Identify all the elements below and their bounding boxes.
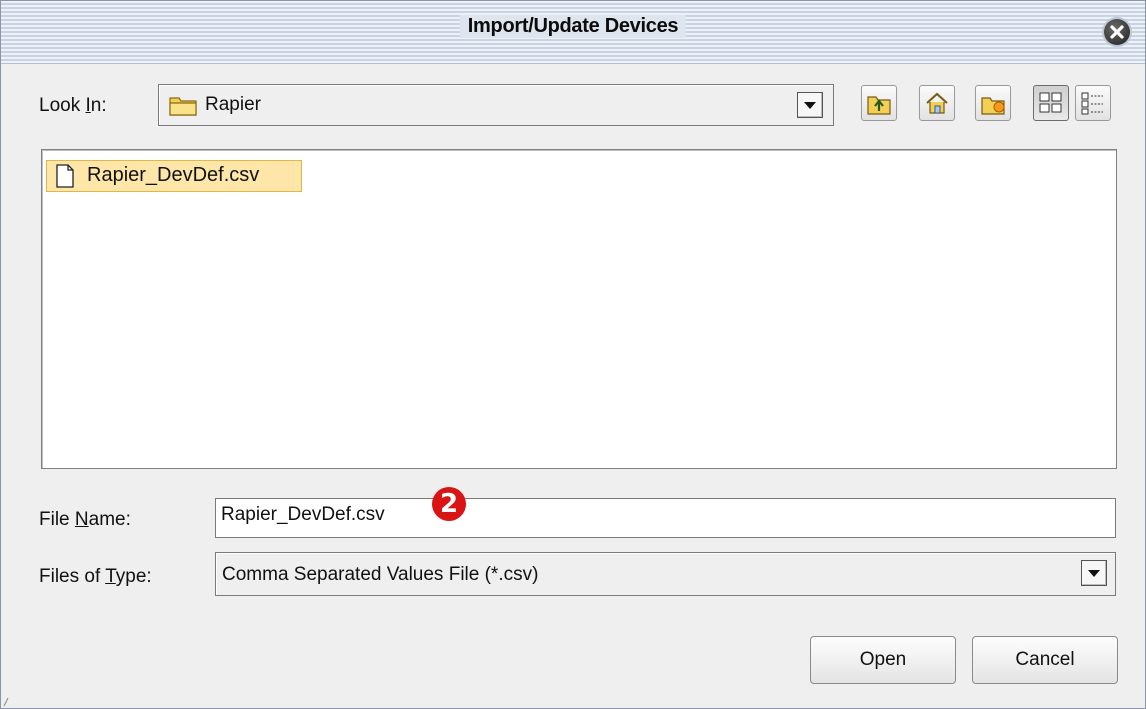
file-list-item[interactable]: Rapier_DevDef.csv	[46, 160, 302, 192]
folder-icon	[169, 97, 197, 116]
new-folder-button[interactable]	[975, 85, 1011, 121]
file-name-value: Rapier_DevDef.csv	[221, 504, 385, 525]
home-icon	[926, 92, 948, 114]
window-title: Import/Update Devices	[459, 15, 687, 38]
open-button[interactable]: Open	[810, 636, 956, 684]
chevron-down-icon[interactable]	[797, 92, 823, 118]
folder-up-icon	[867, 96, 891, 115]
file-list[interactable]: Rapier_DevDef.csv	[41, 149, 1117, 469]
look-in-label: Look In:	[39, 95, 107, 116]
title-bar[interactable]: Import/Update Devices	[1, 1, 1145, 64]
files-of-type-value: Comma Separated Values File (*.csv)	[222, 564, 539, 585]
file-name-label: Rapier_DevDef.csv	[87, 164, 260, 186]
look-in-combobox[interactable]: Rapier	[158, 84, 834, 126]
callout-badge: 2	[432, 487, 466, 521]
look-in-value: Rapier	[205, 94, 261, 115]
details-view-button[interactable]	[1075, 85, 1111, 121]
import-update-devices-dialog: Import/Update Devices Look In: Rapier Ra…	[0, 0, 1146, 709]
cancel-button[interactable]: Cancel	[972, 636, 1118, 684]
file-name-input[interactable]: Rapier_DevDef.csv	[215, 498, 1116, 538]
files-of-type-combobox[interactable]: Comma Separated Values File (*.csv)	[215, 552, 1116, 596]
document-icon	[56, 164, 74, 188]
list-view-button[interactable]	[1033, 85, 1069, 121]
new-folder-icon	[981, 97, 1005, 115]
folder-up-button[interactable]	[861, 85, 897, 121]
list-view-icon	[1039, 92, 1062, 113]
close-icon[interactable]	[1104, 19, 1130, 45]
home-button[interactable]	[919, 85, 955, 121]
resize-grip-icon[interactable]	[3, 695, 9, 707]
files-of-type-label: Files of Type:	[39, 566, 152, 587]
file-name-label: File Name:	[39, 509, 131, 530]
details-view-icon	[1081, 92, 1103, 115]
chevron-down-icon[interactable]	[1081, 560, 1107, 586]
